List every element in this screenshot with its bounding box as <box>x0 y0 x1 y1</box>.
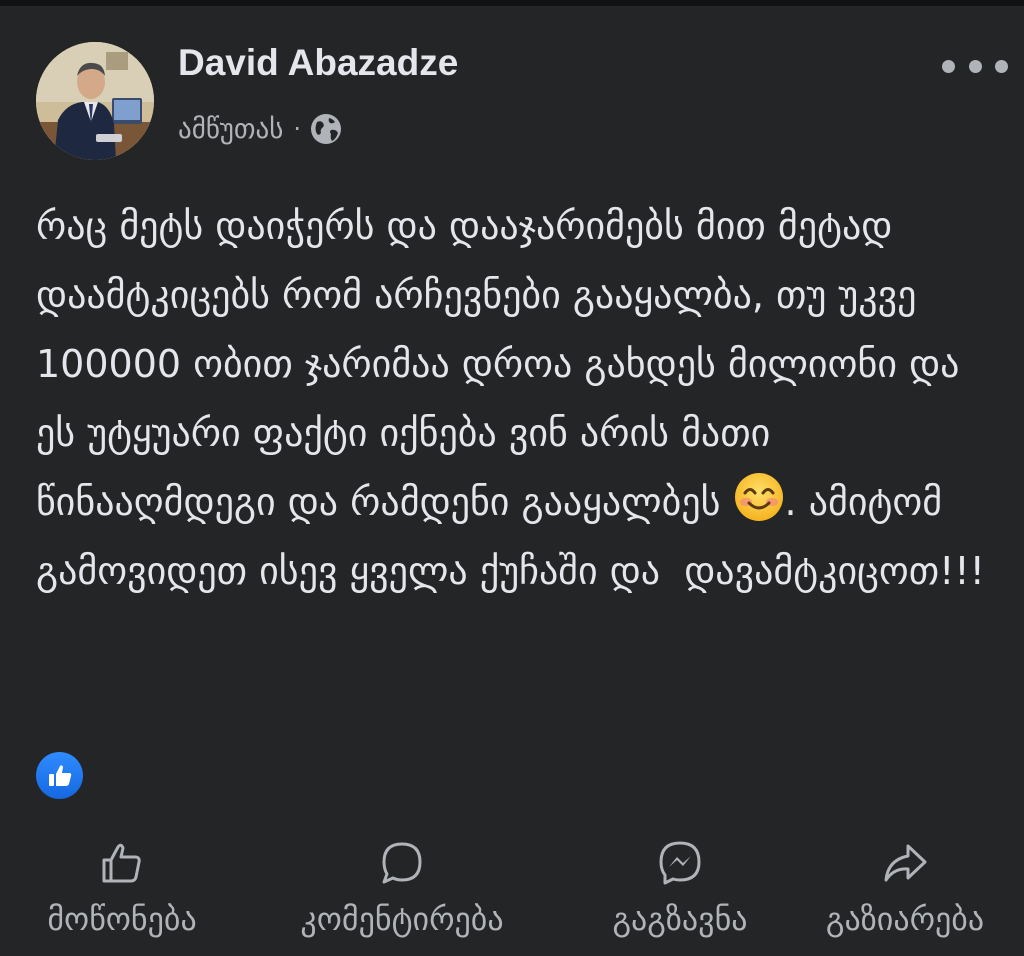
timestamp[interactable]: ამწუთას <box>178 114 283 145</box>
send-label: გაგზავნა <box>612 900 748 938</box>
post-text-part-1: რაც მეტს დაიჭერს და დააჯარიმებს მით მეტა… <box>36 204 972 524</box>
thumbs-up-icon <box>97 838 147 888</box>
share-icon <box>880 838 930 888</box>
author-name[interactable]: David Abazadze <box>178 42 458 84</box>
comment-button[interactable]: კომენტირება <box>262 838 542 956</box>
comment-label: კომენტირება <box>300 900 504 938</box>
dot-icon <box>942 59 955 73</box>
meta-separator: · <box>293 115 301 143</box>
avatar[interactable] <box>36 42 154 160</box>
share-label: გაზიარება <box>825 900 985 938</box>
dot-icon <box>968 59 982 73</box>
send-button[interactable]: გაგზავნა <box>580 838 780 956</box>
smiling-face-emoji <box>733 471 785 523</box>
top-divider <box>0 0 1024 6</box>
action-bar: მოწონება კომენტირება გაგზავნა გაზიარება <box>0 838 1024 956</box>
like-reaction-icon[interactable] <box>36 752 83 799</box>
messenger-icon <box>655 838 705 888</box>
more-options-button[interactable] <box>942 48 1008 84</box>
share-button[interactable]: გაზიარება <box>800 838 1010 956</box>
globe-icon <box>309 112 343 146</box>
like-label: მოწონება <box>47 900 197 938</box>
comment-icon <box>377 838 427 888</box>
dot-icon <box>995 59 1008 73</box>
like-button[interactable]: მოწონება <box>22 838 222 956</box>
post-meta: ამწუთას · <box>178 112 343 146</box>
post-text: რაც მეტს დაიჭერს და დააჯარიმებს მით მეტა… <box>36 192 1004 606</box>
